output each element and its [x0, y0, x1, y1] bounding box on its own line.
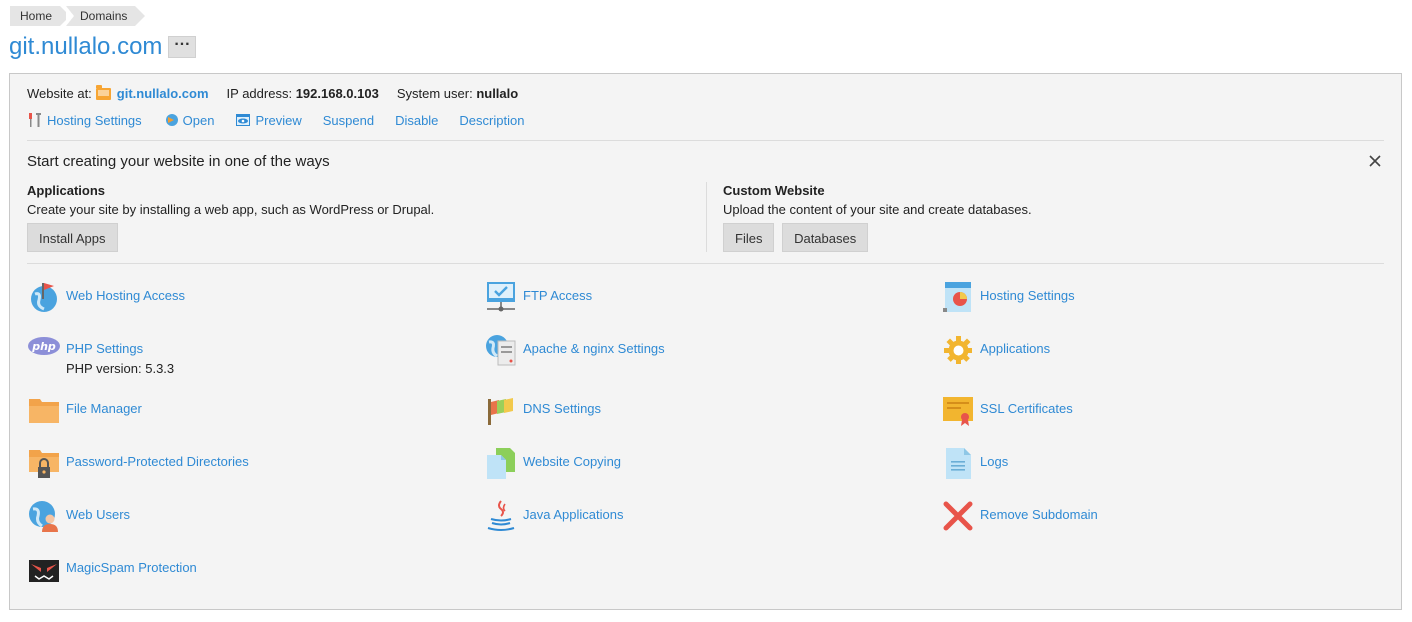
breadcrumb: Home Domains: [10, 6, 146, 26]
remove-subdomain-label: Remove Subdomain: [980, 507, 1098, 522]
website-link[interactable]: git.nullalo.com: [117, 86, 209, 101]
breadcrumb-home[interactable]: Home: [10, 6, 71, 26]
open-label: Open: [182, 112, 215, 128]
domain-info: Website at: git.nullalo.com IP address: …: [27, 84, 519, 101]
web-hosting-access-label: Web Hosting Access: [66, 288, 185, 303]
website-copying-label: Website Copying: [523, 454, 622, 469]
databases-button[interactable]: Databases: [782, 223, 869, 252]
ssl-certificates-link[interactable]: SSL Certificates: [941, 393, 1073, 427]
dns-flags-icon: [488, 398, 513, 425]
log-file-icon: [946, 448, 971, 479]
preview-label: Preview: [255, 112, 302, 128]
dns-settings-label: DNS Settings: [523, 401, 602, 416]
divider: [27, 140, 1384, 141]
applications-heading: Applications: [27, 183, 106, 198]
php-settings-label: PHP Settings: [66, 341, 144, 356]
breadcrumb-domains[interactable]: Domains: [66, 6, 146, 26]
web-server-icon: [486, 335, 516, 366]
page-title: git.nullalo.com: [9, 33, 163, 60]
system-user-label: System user:: [396, 86, 473, 101]
globe-user-icon: [29, 501, 58, 532]
description-link[interactable]: Description: [459, 113, 524, 128]
applications-section: Applications Create your site by install…: [27, 183, 434, 252]
file-manager-label: File Manager: [66, 401, 142, 416]
applications-label: Applications: [980, 341, 1051, 356]
magicspam-label: MagicSpam Protection: [66, 560, 197, 575]
system-user-value: nullalo: [476, 86, 519, 101]
more-actions-button[interactable]: ···: [168, 36, 197, 58]
preview-link[interactable]: Preview: [235, 112, 302, 128]
section-divider: [706, 182, 707, 252]
hosting-settings-icon: [943, 282, 971, 312]
ip-value: 192.168.0.103: [295, 86, 379, 101]
password-protected-directories-link[interactable]: Password-Protected Directories: [27, 446, 249, 480]
ip-label: IP address:: [226, 86, 293, 101]
ftp-access-link[interactable]: FTP Access: [484, 280, 592, 314]
hosting-settings-link[interactable]: Hosting Settings: [27, 112, 142, 128]
folder-icon: [29, 399, 59, 423]
start-creating-title: Start creating your website in one of th…: [27, 153, 330, 170]
copy-pages-icon: [487, 448, 515, 479]
php-version: PHP version: 5.3.3: [66, 361, 175, 376]
files-button[interactable]: Files: [723, 223, 775, 252]
remove-x-icon: [943, 501, 973, 531]
custom-website-text: Upload the content of your site and crea…: [723, 202, 1032, 217]
certificate-icon: [943, 397, 973, 426]
hosting-settings-label: Hosting Settings: [47, 112, 142, 128]
password-dirs-label: Password-Protected Directories: [66, 454, 249, 469]
folder-icon: [95, 84, 111, 100]
logs-label: Logs: [980, 454, 1009, 469]
title-row: git.nullalo.com ···: [9, 32, 197, 62]
open-link[interactable]: Open: [163, 112, 215, 128]
globe-arrow-icon: [165, 114, 178, 126]
domain-panel: Website at: git.nullalo.com IP address: …: [9, 73, 1402, 610]
apache-nginx-settings-link[interactable]: Apache & nginx Settings: [484, 333, 665, 367]
disable-link[interactable]: Disable: [395, 113, 438, 128]
globe-flag-icon: [31, 283, 57, 312]
dns-settings-link[interactable]: DNS Settings: [484, 393, 601, 427]
apache-nginx-label: Apache & nginx Settings: [523, 341, 665, 356]
eye-window-icon: [236, 114, 251, 126]
web-users-link[interactable]: Web Users: [27, 499, 130, 533]
java-cup-icon: [487, 500, 515, 531]
web-hosting-access-link[interactable]: Web Hosting Access: [27, 280, 185, 314]
custom-website-section: Custom Website Upload the content of you…: [723, 183, 1032, 252]
suspend-link[interactable]: Suspend: [323, 113, 374, 128]
ftp-access-label: FTP Access: [523, 288, 593, 303]
logs-link[interactable]: Logs: [941, 446, 1008, 480]
magicspam-icon: [29, 560, 59, 582]
hosting-settings-tool-label: Hosting Settings: [980, 288, 1075, 303]
applications-text: Create your site by installing a web app…: [27, 202, 435, 217]
website-copying-link[interactable]: Website Copying: [484, 446, 621, 480]
divider: [27, 263, 1384, 264]
web-users-label: Web Users: [66, 507, 131, 522]
php-settings-link[interactable]: php PHP Settings PHP version: 5.3.3: [27, 333, 174, 376]
file-manager-link[interactable]: File Manager: [27, 393, 142, 427]
ftp-icon: [487, 282, 515, 312]
svg-text:php: php: [31, 340, 56, 353]
applications-link[interactable]: Applications: [941, 333, 1050, 367]
ssl-certificates-label: SSL Certificates: [980, 401, 1073, 416]
domain-actions: Hosting Settings Open Preview Suspend Di…: [27, 112, 545, 128]
php-icon: php: [28, 337, 60, 355]
magicspam-protection-link[interactable]: MagicSpam Protection: [27, 552, 197, 586]
gear-icon: [944, 336, 972, 364]
java-applications-label: Java Applications: [523, 507, 624, 522]
remove-subdomain-link[interactable]: Remove Subdomain: [941, 499, 1098, 533]
install-apps-button[interactable]: Install Apps: [27, 223, 118, 252]
website-label: Website at:: [27, 86, 92, 101]
hosting-settings-tool-link[interactable]: Hosting Settings: [941, 280, 1075, 314]
custom-website-heading: Custom Website: [723, 183, 825, 198]
tools-icon: [29, 113, 41, 127]
locked-folder-icon: [29, 450, 59, 478]
java-applications-link[interactable]: Java Applications: [484, 499, 623, 533]
close-icon[interactable]: [1367, 153, 1383, 169]
